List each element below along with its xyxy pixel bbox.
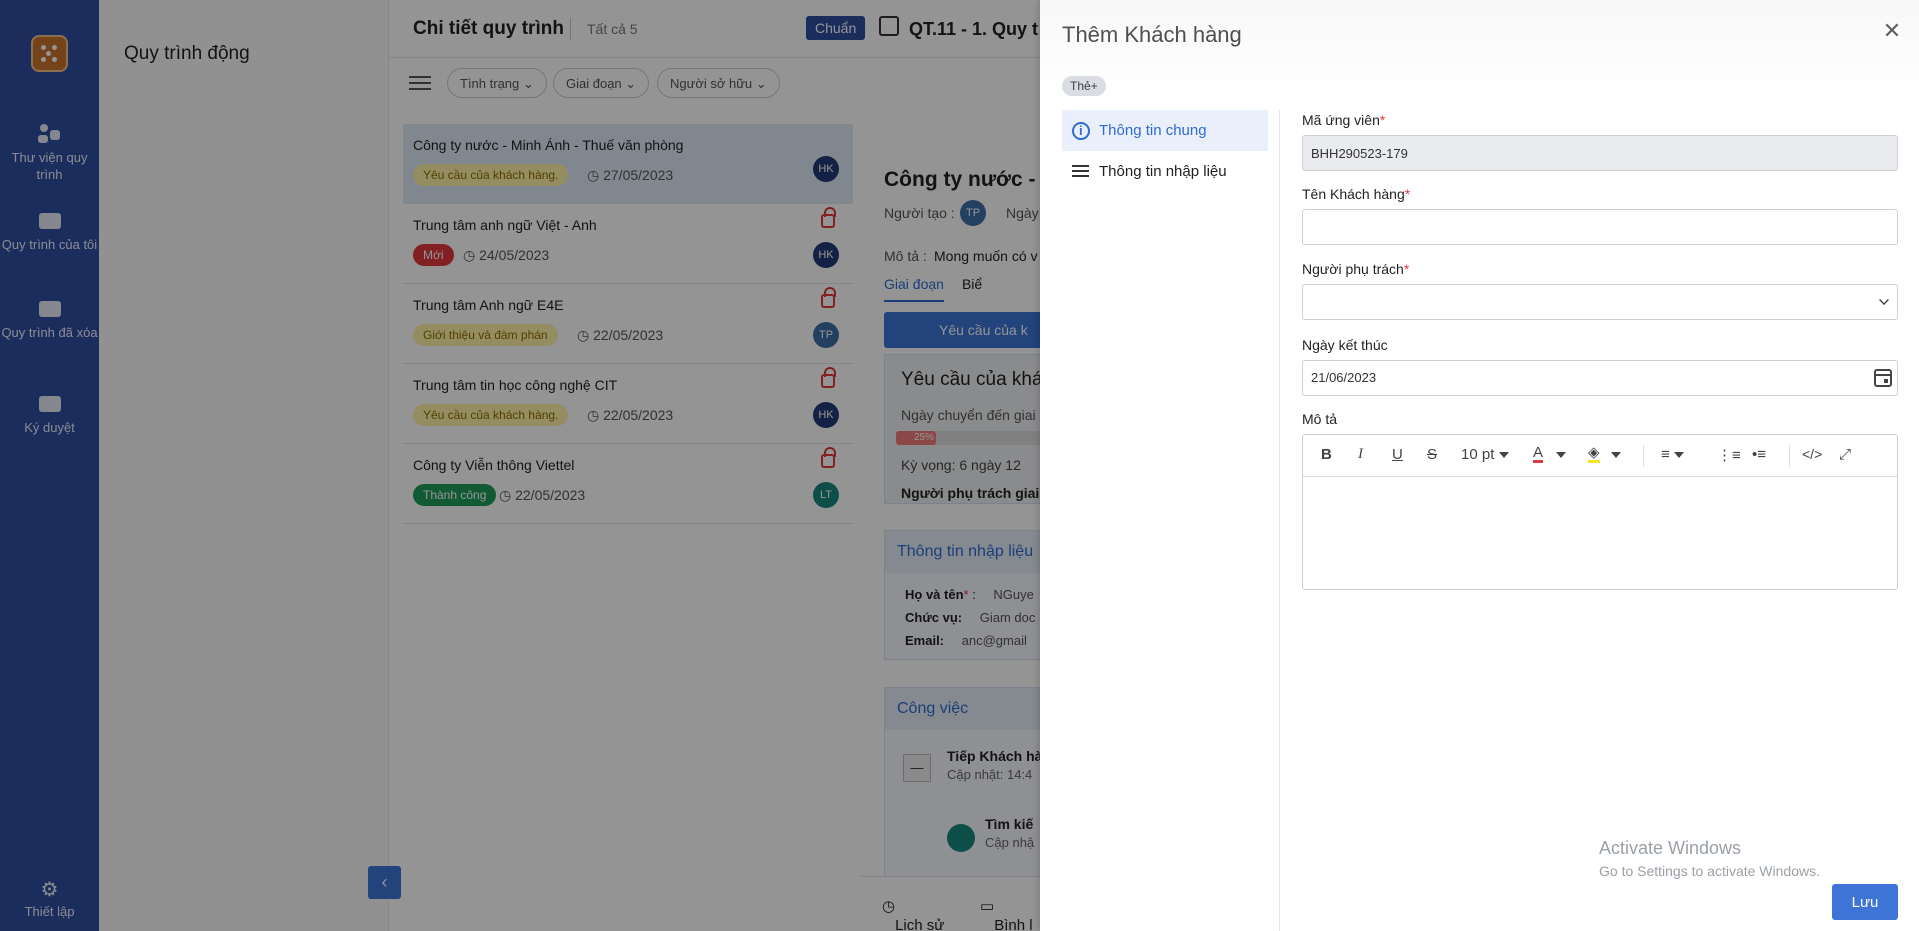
bullet-list-icon[interactable]: •≡ bbox=[1752, 446, 1766, 466]
caret-down-icon bbox=[1611, 452, 1621, 459]
nav-label: Thông tin nhập liệu bbox=[1099, 163, 1227, 180]
field-label: Mã ứng viên* bbox=[1302, 112, 1898, 128]
divider bbox=[1643, 445, 1644, 467]
field-group-name: Tên Khách hàng* bbox=[1302, 186, 1898, 245]
strikethrough-button[interactable]: S bbox=[1427, 446, 1437, 466]
italic-button[interactable]: I bbox=[1358, 446, 1363, 466]
bold-button[interactable]: B bbox=[1321, 446, 1332, 466]
candidate-code-field bbox=[1302, 135, 1898, 171]
nav-label: Thông tin chung bbox=[1099, 122, 1207, 139]
divider bbox=[1279, 110, 1280, 931]
font-size-value: 10 pt bbox=[1461, 446, 1495, 463]
windows-watermark: Activate Windows Go to Settings to activ… bbox=[1599, 838, 1820, 879]
list-icon bbox=[1072, 163, 1090, 181]
align-left-icon[interactable]: ≡ bbox=[1661, 446, 1684, 466]
field-group-owner: Người phụ trách* bbox=[1302, 261, 1898, 320]
rich-text-editor: B I U S 10 pt A ◈ ≡ ⋮≡ •≡ </> ⤢ bbox=[1302, 434, 1898, 590]
font-color-icon[interactable]: A bbox=[1533, 445, 1544, 463]
description-editor[interactable] bbox=[1303, 477, 1897, 589]
ordered-list-icon[interactable]: ⋮≡ bbox=[1717, 446, 1741, 466]
nav-item-input-info[interactable]: Thông tin nhập liệu bbox=[1062, 151, 1268, 192]
fullscreen-icon[interactable]: ⤢ bbox=[1839, 446, 1851, 466]
end-date-label: Ngày kết thúc bbox=[1302, 337, 1388, 353]
end-date-picker[interactable]: 21/06/2023 bbox=[1302, 360, 1898, 396]
customer-name-input[interactable] bbox=[1302, 209, 1898, 245]
end-date-value: 21/06/2023 bbox=[1311, 370, 1377, 385]
close-icon[interactable]: ✕ bbox=[1881, 20, 1903, 42]
editor-toolbar: B I U S 10 pt A ◈ ≡ ⋮≡ •≡ </> ⤢ bbox=[1303, 435, 1897, 477]
font-color-dropdown[interactable] bbox=[1556, 446, 1566, 466]
field-label: Người phụ trách* bbox=[1302, 261, 1898, 277]
field-group-end-date: Ngày kết thúc 21/06/2023 bbox=[1302, 337, 1898, 396]
calendar-icon[interactable] bbox=[1874, 369, 1892, 387]
caret-down-icon bbox=[1673, 452, 1684, 459]
nav-item-general-info[interactable]: Thông tin chung bbox=[1062, 110, 1268, 151]
field-group-description: Mô tả B I U S 10 pt A ◈ ≡ ⋮≡ •≡ </> ⤢ bbox=[1302, 411, 1898, 590]
save-button[interactable]: Lưu bbox=[1832, 884, 1898, 920]
add-customer-drawer: Thêm Khách hàng ✕ Thẻ+ Thông tin chung T… bbox=[1040, 0, 1919, 931]
watermark-line2: Go to Settings to activate Windows. bbox=[1599, 863, 1820, 879]
required-mark: * bbox=[1379, 112, 1386, 128]
drawer-nav: Thông tin chung Thông tin nhập liệu bbox=[1062, 110, 1268, 192]
owner-label: Người phụ trách bbox=[1302, 261, 1404, 277]
description-label: Mô tả bbox=[1302, 411, 1338, 427]
required-mark: * bbox=[1404, 186, 1411, 202]
underline-button[interactable]: U bbox=[1392, 446, 1403, 466]
required-mark: * bbox=[1403, 261, 1410, 277]
owner-select[interactable] bbox=[1302, 284, 1898, 320]
highlight-icon[interactable]: ◈ bbox=[1588, 445, 1600, 463]
drawer-title: Thêm Khách hàng bbox=[1062, 22, 1242, 47]
field-group-code: Mã ứng viên* bbox=[1302, 112, 1898, 171]
tag-chip[interactable]: Thẻ+ bbox=[1062, 76, 1106, 96]
divider bbox=[1789, 445, 1790, 467]
caret-down-icon bbox=[1498, 452, 1509, 459]
font-size-select[interactable]: 10 pt bbox=[1461, 446, 1509, 466]
chevron-down-icon bbox=[1879, 295, 1889, 305]
modal-overlay[interactable] bbox=[0, 0, 1040, 931]
watermark-line1: Activate Windows bbox=[1599, 838, 1742, 858]
name-label: Tên Khách hàng bbox=[1302, 186, 1405, 202]
code-view-icon[interactable]: </> bbox=[1802, 446, 1822, 466]
field-label: Tên Khách hàng* bbox=[1302, 186, 1898, 202]
info-icon bbox=[1072, 122, 1090, 140]
highlight-dropdown[interactable] bbox=[1611, 446, 1621, 466]
caret-down-icon bbox=[1556, 452, 1566, 459]
code-label: Mã ứng viên bbox=[1302, 112, 1380, 128]
